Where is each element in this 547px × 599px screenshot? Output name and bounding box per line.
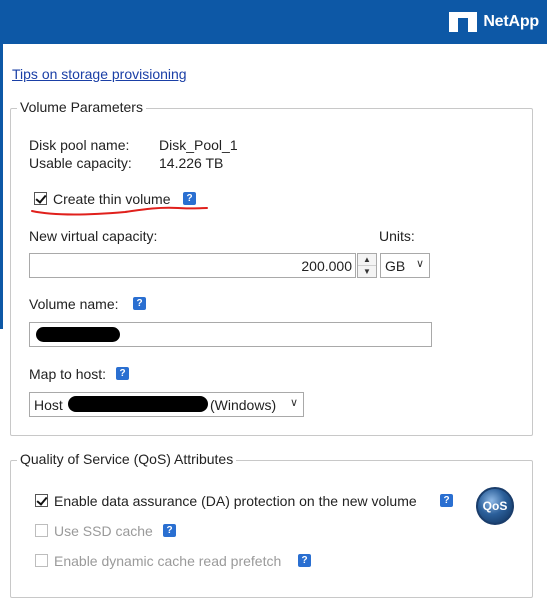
qos-badge-icon: QoS xyxy=(476,487,514,525)
volume-name-label: Volume name: xyxy=(29,296,119,312)
units-select[interactable]: GB ∨ xyxy=(380,253,430,278)
redaction-mark xyxy=(68,396,208,412)
brand-name: NetApp xyxy=(483,13,539,30)
red-underline-annotation xyxy=(31,206,208,216)
usable-capacity-label: Usable capacity: xyxy=(29,155,132,171)
disk-pool-label: Disk pool name: xyxy=(29,137,130,153)
redaction-mark xyxy=(36,327,120,342)
help-icon[interactable]: ? xyxy=(116,367,129,380)
ssd-cache-label: Use SSD cache xyxy=(54,523,153,539)
chevron-down-icon: ∨ xyxy=(289,397,298,409)
virtual-capacity-label: New virtual capacity: xyxy=(29,228,158,244)
volume-parameters-legend: Volume Parameters xyxy=(17,99,146,115)
chevron-down-icon: ∨ xyxy=(415,258,424,270)
netapp-logo-icon xyxy=(449,12,478,32)
tips-link[interactable]: Tips on storage provisioning xyxy=(12,66,187,82)
left-accent-rule xyxy=(0,44,3,329)
help-icon[interactable]: ? xyxy=(133,297,146,310)
capacity-spinner[interactable]: ▲ ▼ xyxy=(357,253,377,278)
netapp-logo: NetApp xyxy=(449,9,539,35)
da-protection-checkbox[interactable] xyxy=(35,494,48,507)
disk-pool-value: Disk_Pool_1 xyxy=(159,137,238,153)
host-suffix: (Windows) xyxy=(210,397,277,413)
map-to-host-label: Map to host: xyxy=(29,366,107,382)
units-label: Units: xyxy=(379,228,415,244)
host-prefix: Host xyxy=(34,397,63,413)
cache-prefetch-label: Enable dynamic cache read prefetch xyxy=(54,553,282,569)
help-icon[interactable]: ? xyxy=(298,554,311,567)
cache-prefetch-checkbox[interactable] xyxy=(35,554,48,567)
help-icon[interactable]: ? xyxy=(440,494,453,507)
header-bar: NetApp xyxy=(0,0,547,44)
units-selected-value: GB xyxy=(385,258,406,274)
virtual-capacity-input[interactable]: 200.000 xyxy=(29,253,356,278)
usable-capacity-value: 14.226 TB xyxy=(159,155,224,171)
da-protection-label: Enable data assurance (DA) protection on… xyxy=(54,493,417,509)
ssd-cache-checkbox[interactable] xyxy=(35,524,48,537)
spinner-up-icon[interactable]: ▲ xyxy=(358,254,376,266)
spinner-down-icon[interactable]: ▼ xyxy=(358,266,376,277)
qos-legend: Quality of Service (QoS) Attributes xyxy=(17,451,237,467)
help-icon[interactable]: ? xyxy=(163,524,176,537)
